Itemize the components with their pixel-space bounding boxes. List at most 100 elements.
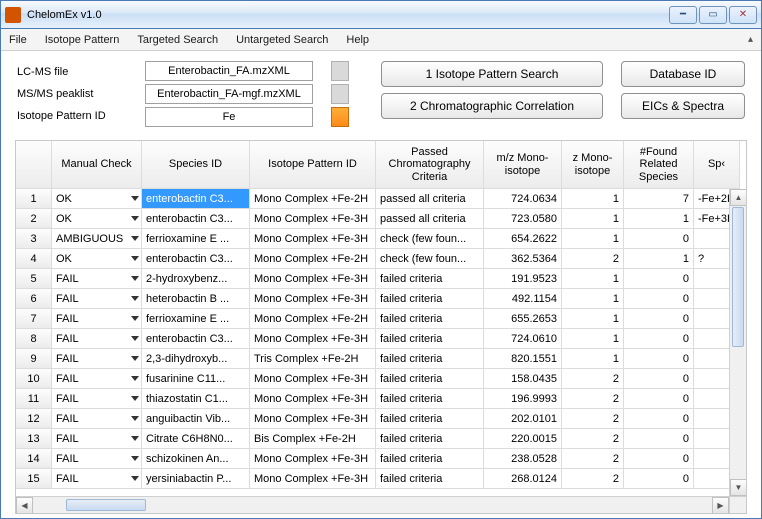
isotope-pattern-search-button[interactable]: 1 Isotope Pattern Search (381, 61, 603, 87)
manual-check-cell[interactable]: FAIL (52, 309, 142, 329)
criteria-cell[interactable]: failed criteria (376, 289, 484, 309)
found-cell[interactable]: 0 (624, 469, 694, 489)
row-number[interactable]: 3 (16, 229, 52, 249)
isotope-pattern-cell[interactable]: Mono Complex +Fe-3H (250, 469, 376, 489)
found-cell[interactable]: 0 (624, 369, 694, 389)
criteria-cell[interactable]: failed criteria (376, 349, 484, 369)
criteria-cell[interactable]: failed criteria (376, 409, 484, 429)
dropdown-arrow-icon[interactable] (131, 376, 139, 381)
dropdown-arrow-icon[interactable] (131, 336, 139, 341)
menu-help[interactable]: Help (346, 34, 369, 46)
row-number[interactable]: 9 (16, 349, 52, 369)
dropdown-arrow-icon[interactable] (131, 476, 139, 481)
mz-cell[interactable]: 492.1154 (484, 289, 562, 309)
row-number[interactable]: 2 (16, 209, 52, 229)
menu-untargeted-search[interactable]: Untargeted Search (236, 34, 328, 46)
z-cell[interactable]: 1 (562, 189, 624, 209)
column-header-pattern[interactable]: Isotope Pattern ID (250, 141, 376, 189)
z-cell[interactable]: 2 (562, 469, 624, 489)
found-cell[interactable]: 0 (624, 329, 694, 349)
isotope-pattern-id-input[interactable]: Fe (145, 107, 313, 127)
isotope-pattern-cell[interactable]: Mono Complex +Fe-3H (250, 449, 376, 469)
row-number[interactable]: 11 (16, 389, 52, 409)
isotope-pattern-cell[interactable]: Mono Complex +Fe-2H (250, 189, 376, 209)
manual-check-cell[interactable]: FAIL (52, 409, 142, 429)
species-id-cell[interactable]: thiazostatin C1... (142, 389, 250, 409)
found-cell[interactable]: 1 (624, 209, 694, 229)
z-cell[interactable]: 1 (562, 269, 624, 289)
dropdown-arrow-icon[interactable] (131, 396, 139, 401)
isotope-pattern-cell[interactable]: Mono Complex +Fe-3H (250, 209, 376, 229)
mz-cell[interactable]: 724.0634 (484, 189, 562, 209)
minimize-button[interactable]: ━ (669, 6, 697, 24)
menu-targeted-search[interactable]: Targeted Search (137, 34, 218, 46)
column-header-species[interactable]: Species ID (142, 141, 250, 189)
found-cell[interactable]: 0 (624, 449, 694, 469)
menu-corner-icon[interactable]: ▴ (748, 34, 753, 45)
mz-cell[interactable]: 362.5364 (484, 249, 562, 269)
column-header-mz[interactable]: m/z Mono-isotope (484, 141, 562, 189)
species-id-cell[interactable]: enterobactin C3... (142, 209, 250, 229)
found-cell[interactable]: 0 (624, 349, 694, 369)
mz-cell[interactable]: 196.9993 (484, 389, 562, 409)
vertical-scrollbar[interactable]: ▲ ▼ (729, 189, 746, 496)
z-cell[interactable]: 2 (562, 409, 624, 429)
row-number[interactable]: 4 (16, 249, 52, 269)
manual-check-cell[interactable]: OK (52, 209, 142, 229)
manual-check-cell[interactable]: FAIL (52, 269, 142, 289)
mz-cell[interactable]: 202.0101 (484, 409, 562, 429)
found-cell[interactable]: 7 (624, 189, 694, 209)
menu-isotope-pattern[interactable]: Isotope Pattern (45, 34, 120, 46)
criteria-cell[interactable]: failed criteria (376, 329, 484, 349)
species-id-cell[interactable]: 2,3-dihydroxyb... (142, 349, 250, 369)
scroll-left-button[interactable]: ◀ (16, 497, 33, 514)
chromatographic-correlation-button[interactable]: 2 Chromatographic Correlation (381, 93, 603, 119)
dropdown-arrow-icon[interactable] (131, 296, 139, 301)
species-id-cell[interactable]: enterobactin C3... (142, 329, 250, 349)
criteria-cell[interactable]: failed criteria (376, 429, 484, 449)
column-header-found[interactable]: #Found Related Species (624, 141, 694, 189)
scroll-right-button[interactable]: ▶ (712, 497, 729, 514)
column-header-rownum[interactable] (16, 141, 52, 189)
manual-check-cell[interactable]: OK (52, 189, 142, 209)
mz-cell[interactable]: 191.9523 (484, 269, 562, 289)
manual-check-cell[interactable]: FAIL (52, 469, 142, 489)
criteria-cell[interactable]: passed all criteria (376, 189, 484, 209)
isotope-pattern-cell[interactable]: Mono Complex +Fe-3H (250, 329, 376, 349)
z-cell[interactable]: 2 (562, 449, 624, 469)
menu-file[interactable]: File (9, 34, 27, 46)
isotope-pattern-cell[interactable]: Bis Complex +Fe-2H (250, 429, 376, 449)
mz-cell[interactable]: 723.0580 (484, 209, 562, 229)
isotope-pattern-cell[interactable]: Mono Complex +Fe-3H (250, 389, 376, 409)
dropdown-arrow-icon[interactable] (131, 416, 139, 421)
species-id-cell[interactable]: enterobactin C3... (142, 189, 250, 209)
database-id-button[interactable]: Database ID (621, 61, 745, 87)
species-id-cell[interactable]: ferrioxamine E ... (142, 309, 250, 329)
criteria-cell[interactable]: passed all criteria (376, 209, 484, 229)
scroll-down-button[interactable]: ▼ (730, 479, 747, 496)
dropdown-arrow-icon[interactable] (131, 456, 139, 461)
browse-pattern-button[interactable] (331, 107, 349, 127)
row-number[interactable]: 6 (16, 289, 52, 309)
horizontal-scroll-thumb[interactable] (66, 499, 146, 511)
manual-check-cell[interactable]: FAIL (52, 349, 142, 369)
z-cell[interactable]: 1 (562, 349, 624, 369)
criteria-cell[interactable]: check (few foun... (376, 229, 484, 249)
species-id-cell[interactable]: fusarinine C11... (142, 369, 250, 389)
z-cell[interactable]: 1 (562, 289, 624, 309)
column-header-spc[interactable]: Sp‹ (694, 141, 740, 189)
isotope-pattern-cell[interactable]: Mono Complex +Fe-3H (250, 289, 376, 309)
z-cell[interactable]: 2 (562, 369, 624, 389)
row-number[interactable]: 1 (16, 189, 52, 209)
mz-cell[interactable]: 724.0610 (484, 329, 562, 349)
found-cell[interactable]: 0 (624, 429, 694, 449)
row-number[interactable]: 13 (16, 429, 52, 449)
criteria-cell[interactable]: failed criteria (376, 449, 484, 469)
z-cell[interactable]: 1 (562, 309, 624, 329)
manual-check-cell[interactable]: FAIL (52, 329, 142, 349)
found-cell[interactable]: 1 (624, 249, 694, 269)
found-cell[interactable]: 0 (624, 229, 694, 249)
row-number[interactable]: 5 (16, 269, 52, 289)
column-header-z[interactable]: z Mono-isotope (562, 141, 624, 189)
vertical-scroll-thumb[interactable] (732, 207, 744, 347)
